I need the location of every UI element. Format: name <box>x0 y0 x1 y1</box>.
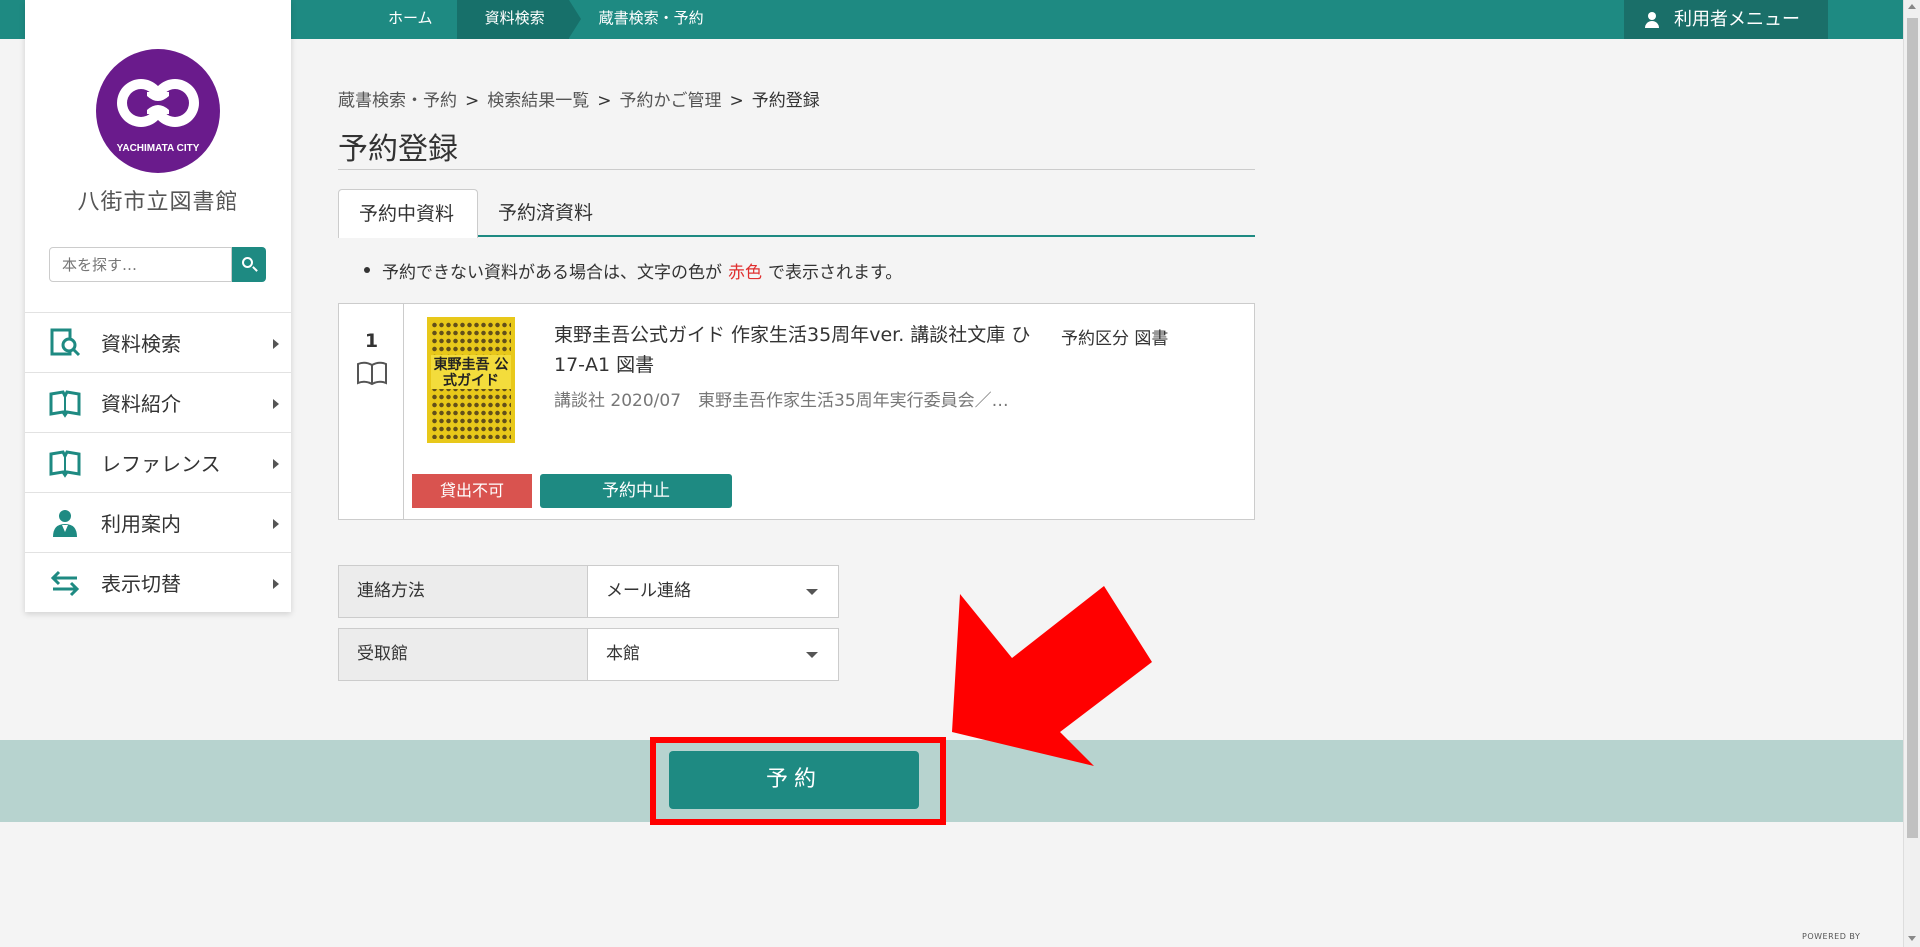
tab-bar: 予約中資料 予約済資料 <box>338 189 1255 238</box>
caret-right-icon <box>273 519 279 529</box>
contact-method-row: 連絡方法 メール連絡 <box>338 565 839 618</box>
top-breadcrumb: ホーム 資料検索 蔵書検索・予約 <box>360 0 728 39</box>
annotation-arrow-icon <box>952 586 1152 766</box>
tab-reserved[interactable]: 予約済資料 <box>478 189 613 237</box>
breadcrumb-separator: > <box>465 91 480 111</box>
item-number: 1 <box>364 330 379 352</box>
book-cover-image[interactable]: 東野圭吾 公式ガイド <box>427 317 515 443</box>
contact-method-label: 連絡方法 <box>339 566 588 617</box>
breadcrumb-link[interactable]: 蔵書検索・予約 <box>338 91 457 111</box>
sidebar-item-label: 資料紹介 <box>101 392 181 416</box>
sidebar-item-usage-guide[interactable]: 利用案内 <box>25 492 291 552</box>
sidebar-item-label: 利用案内 <box>101 512 181 536</box>
search-button[interactable] <box>232 247 266 282</box>
scroll-thumb[interactable] <box>1907 18 1918 838</box>
user-menu-label: 利用者メニュー <box>1674 9 1800 30</box>
item-number-column: 1 <box>339 304 404 519</box>
caret-right-icon <box>273 579 279 589</box>
search-input[interactable] <box>49 247 232 282</box>
sidebar: YACHIMATA CITY 八街市立図書館 資料検索 資料紹介 <box>25 0 291 612</box>
sidebar-item-label: レファレンス <box>101 452 221 476</box>
caret-right-icon <box>273 459 279 469</box>
pickup-library-label: 受取館 <box>339 629 588 680</box>
sidebar-item-material-search[interactable]: 資料検索 <box>25 312 291 372</box>
library-name: 八街市立図書館 <box>77 190 239 215</box>
top-crumb-material-search[interactable]: 資料検索 <box>456 0 581 39</box>
notice-before: 予約できない資料がある場合は、文字の色が <box>382 263 722 283</box>
caret-right-icon <box>273 399 279 409</box>
breadcrumb-separator: > <box>597 91 612 111</box>
item-meta: 講談社 2020/07 東野圭吾作家生活35周年実行委員会／… <box>554 391 1009 411</box>
reserve-button[interactable]: 予約 <box>669 751 919 809</box>
swap-arrows-icon <box>50 570 80 596</box>
sidebar-nav: 資料検索 資料紹介 レファレンス 利用案内 表示切替 <box>25 312 291 612</box>
cancel-reservation-button[interactable]: 予約中止 <box>540 474 732 508</box>
sidebar-item-display-toggle[interactable]: 表示切替 <box>25 552 291 612</box>
scroll-down-icon[interactable] <box>1908 936 1916 941</box>
cover-title: 東野圭吾 公式ガイド <box>431 355 511 389</box>
book-icon <box>357 361 387 386</box>
scroll-up-icon[interactable] <box>1908 4 1916 9</box>
item-title[interactable]: 東野圭吾公式ガイド 作家生活35周年ver. 講談社文庫 ひ17-A1 図書 <box>554 320 1034 380</box>
contact-method-select[interactable]: メール連絡 <box>588 566 838 617</box>
book-search-icon <box>50 328 81 356</box>
notice-after: で表示されます。 <box>768 263 903 283</box>
caret-right-icon <box>273 339 279 349</box>
notice-text: 予約できない資料がある場合は、文字の色が 赤色 で表示されます。 <box>363 258 903 283</box>
breadcrumb-link[interactable]: 検索結果一覧 <box>487 91 589 111</box>
scrollbar[interactable] <box>1903 0 1920 947</box>
breadcrumb-separator: > <box>729 91 744 111</box>
user-menu-button[interactable]: 利用者メニュー <box>1624 0 1828 39</box>
breadcrumb-link[interactable]: 予約かご管理 <box>620 91 722 111</box>
breadcrumb: 蔵書検索・予約 > 検索結果一覧 > 予約かご管理 > 予約登録 <box>338 86 820 111</box>
sidebar-item-label: 表示切替 <box>101 572 181 596</box>
sidebar-item-label: 資料検索 <box>101 332 181 356</box>
search-icon <box>242 257 253 268</box>
top-crumb-home[interactable]: ホーム <box>360 0 457 39</box>
top-crumb-catalog-search[interactable]: 蔵書検索・予約 <box>569 0 728 39</box>
notice-red-word: 赤色 <box>728 263 762 283</box>
open-book-icon <box>49 389 81 418</box>
tab-reserving[interactable]: 予約中資料 <box>338 189 478 238</box>
page-title: 予約登録 <box>338 132 458 167</box>
pickup-library-row: 受取館 本館 <box>338 628 839 681</box>
person-icon <box>53 509 77 537</box>
breadcrumb-current: 予約登録 <box>751 91 820 111</box>
sidebar-item-reference[interactable]: レファレンス <box>25 432 291 492</box>
user-icon <box>1644 11 1660 29</box>
reservation-item: 1 東野圭吾 公式ガイド 東野圭吾公式ガイド 作家生活35周年ver. 講談社文… <box>338 303 1255 520</box>
pickup-library-select[interactable]: 本館 <box>588 629 838 680</box>
city-logo[interactable]: YACHIMATA CITY <box>95 48 221 174</box>
logo-text: YACHIMATA CITY <box>117 143 200 154</box>
open-book-icon <box>49 449 81 478</box>
search-box <box>49 247 266 282</box>
status-badge: 貸出不可 <box>412 474 532 508</box>
reservation-type: 予約区分 図書 <box>1061 329 1169 349</box>
powered-by-label: POWERED BY <box>1802 932 1861 941</box>
sidebar-item-material-intro[interactable]: 資料紹介 <box>25 372 291 432</box>
title-divider <box>338 169 1255 170</box>
